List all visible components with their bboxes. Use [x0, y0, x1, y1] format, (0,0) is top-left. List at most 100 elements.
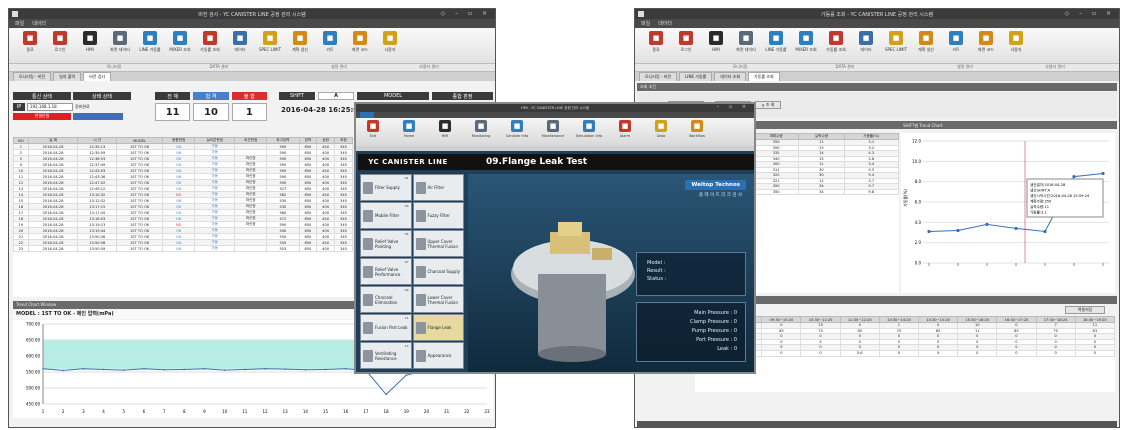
ribbon-button-0[interactable]: ■ 종료	[15, 31, 45, 53]
ribbon-button-3[interactable]: ■ 화면 데이터	[731, 31, 761, 53]
hmi-ribbon-button-0[interactable]: ■ Exit	[360, 120, 386, 144]
menu-file[interactable]: 파일	[15, 20, 24, 27]
tab-rate-query[interactable]: 가동률 조회	[748, 72, 780, 81]
ip-field[interactable]: 192.168.1.18	[27, 103, 73, 111]
trend-point	[183, 368, 186, 371]
ribbon-button-8[interactable]: ■ SPEC LIMIT	[881, 31, 911, 52]
table-row[interactable]: 가동률(%)1.4005.6040000	[695, 349, 1115, 357]
window-controls[interactable]: ◇ – ▫ ×	[1065, 10, 1115, 17]
menu-other[interactable]	[378, 112, 392, 118]
hmi-ribbon-button-6[interactable]: ■ Simulation Info	[576, 120, 602, 144]
search-button[interactable]: ⚲ 조 회	[755, 101, 782, 109]
ribbon-groups: 모니터링 DATA 관리 설정 관리 사용자 관리	[9, 64, 495, 72]
hmi-ribbon-button-2[interactable]: ■ HMI	[432, 120, 458, 144]
tab-monitoring[interactable]: 모니터링 - 비전	[639, 72, 678, 81]
y-axis-label: 가동률(%)	[902, 189, 908, 207]
hmi-ribbon-button-7[interactable]: ■ Alarm	[612, 120, 638, 144]
hmi-ribbon-button-1[interactable]: ■ Home	[396, 120, 422, 144]
station-button[interactable]: Air Filter	[412, 174, 464, 201]
station-button[interactable]: Relief Valve Performance 07	[360, 258, 412, 285]
menu-file[interactable]: 파일	[641, 20, 650, 27]
station-button[interactable]: Fusion Part Leak 11	[360, 314, 412, 341]
station-button[interactable]: Lower Cover Thermal Fusion	[412, 286, 464, 313]
ribbon-button-2[interactable]: ■ HMI	[75, 31, 105, 52]
station-button[interactable]: Upper Cover Thermal Fusion	[412, 230, 464, 257]
ribbon-button-3[interactable]: ■ 화면 데이터	[105, 31, 135, 53]
station-button[interactable]: Relief Valve Painting 05	[360, 230, 412, 257]
ip-label: IP	[13, 103, 25, 111]
station-button[interactable]: Charcoal Elimination 09	[360, 286, 412, 313]
table-cell: 23	[13, 245, 29, 252]
save-icon: ■	[233, 31, 247, 45]
ribbon-button-4[interactable]: ■ LINE 가동률	[761, 31, 791, 53]
judge-label: 종합 판정	[432, 92, 493, 100]
window-controls[interactable]: – ▫ ×	[717, 104, 750, 110]
menu-home[interactable]	[360, 112, 374, 118]
station-button[interactable]: Filter Supply 01	[360, 174, 412, 201]
ok-label: 합 격	[193, 92, 229, 100]
hmi-ribbon-icon: ■	[511, 120, 523, 132]
ribbon-button-2[interactable]: ■ HMI	[701, 31, 731, 52]
table-cell: 0	[800, 349, 841, 357]
x-tick-label: 7	[163, 409, 166, 414]
tab-monitoring[interactable]: 모니터링 - 비전	[13, 72, 52, 81]
station-button[interactable]: Charcoal Supply	[412, 258, 464, 285]
ribbon-button-11[interactable]: ■ 화면 코드	[345, 31, 375, 53]
ribbon-button-6[interactable]: ■ 가동률 조회	[195, 31, 225, 53]
ok-count: 10	[193, 103, 229, 121]
station-button[interactable]: Flange Leak	[412, 314, 464, 341]
total-count: 11	[155, 103, 191, 121]
station-button[interactable]: Ventilating Resistance 13	[360, 342, 412, 369]
station-number: 05	[404, 232, 409, 236]
screen-data-icon: ■	[113, 31, 127, 45]
ribbon-button-7[interactable]: ■ 데이터	[851, 31, 881, 53]
tab-data-query[interactable]: 데이터 조회	[714, 72, 746, 81]
ribbon-button-7[interactable]: ■ 데이터	[225, 31, 255, 53]
hmi-ribbon-button-9[interactable]: ■ Workflow	[684, 120, 710, 144]
ribbon-button-5[interactable]: ■ MIXER 조회	[791, 31, 821, 53]
info-panel: Model : Result : Status :	[636, 252, 746, 296]
ribbon-button-12[interactable]: ■ 사용자	[375, 31, 405, 53]
ribbon-button-9[interactable]: ■ 계획 생산	[285, 31, 315, 53]
ribbon-button-10[interactable]: ■ 키트	[941, 31, 971, 53]
station-number: 09	[404, 288, 409, 292]
tab-line-rate[interactable]: LINE 가동률	[679, 72, 713, 81]
group-label: 설정 관리	[331, 64, 347, 69]
hmi-ribbon-button-4[interactable]: ■ Canister Info	[504, 120, 530, 144]
table-row[interactable]: 350 34 9.8	[752, 188, 899, 195]
ribbon-button-1[interactable]: ■ 로그인	[671, 31, 701, 53]
table-row[interactable]: 23 2016-04-28 13:50:59 1ST TO OK OK 가동 553 650 4…	[13, 245, 353, 252]
hmi-ribbon-button-5[interactable]: ■ Maintenance	[540, 120, 566, 144]
window-controls[interactable]: ◇ – ▫ ×	[441, 10, 491, 17]
menu-data[interactable]: 데이터	[32, 20, 46, 27]
station-button[interactable]: Appearance	[412, 342, 464, 369]
station-button[interactable]: Mobile Filter 03	[360, 202, 412, 229]
ribbon-button-0[interactable]: ■ 종료	[641, 31, 671, 53]
y-tick-label: 450.00	[26, 402, 40, 407]
table-header-row: 계획수량 실적수량 가동률(%)	[752, 133, 899, 140]
title-bar: 비전 검사 - YC CANISTER LINE 공정 관리 시스템 ◇ – ▫ …	[9, 9, 495, 19]
ribbon-button-4[interactable]: ■ LINE 가동률	[135, 31, 165, 53]
station-label: Charcoal Elimination	[375, 294, 398, 305]
group-label: 모니터링	[106, 64, 122, 69]
ribbon-button-11[interactable]: ■ 화면 코드	[971, 31, 1001, 53]
ribbon-label: 데이터	[234, 47, 246, 52]
menu-data[interactable]: 데이터	[658, 20, 672, 27]
title-bar: HMI - YC CANISTER LINE 공정 관리 시스템 – ▫ ×	[356, 104, 754, 112]
hmi-ribbon-button-3[interactable]: ■ Monitoring	[468, 120, 494, 144]
tooltip-line: 가동률:3.1	[1030, 210, 1047, 215]
excel-save-button[interactable]: 엑셀저장	[1065, 306, 1105, 314]
ribbon-button-8[interactable]: ■ SPEC LIMIT	[255, 31, 285, 52]
hmi-ribbon-button-8[interactable]: ■ Data	[648, 120, 674, 144]
ribbon-label: 종료	[26, 47, 34, 52]
tab-vision[interactable]: 비전 검사	[83, 72, 112, 81]
ribbon-button-12[interactable]: ■ 사용자	[1001, 31, 1031, 53]
ribbon-button-1[interactable]: ■ 로그인	[45, 31, 75, 53]
table-cell: 34	[798, 188, 845, 195]
ribbon-button-5[interactable]: ■ MIXER 조회	[165, 31, 195, 53]
ribbon-button-6[interactable]: ■ 가동률 조회	[821, 31, 851, 53]
ribbon-button-10[interactable]: ■ 키트	[315, 31, 345, 53]
tab-log[interactable]: 일지 출력	[53, 72, 82, 81]
station-button[interactable]: Fuzzy Filter	[412, 202, 464, 229]
ribbon-button-9[interactable]: ■ 계획 생산	[911, 31, 941, 53]
